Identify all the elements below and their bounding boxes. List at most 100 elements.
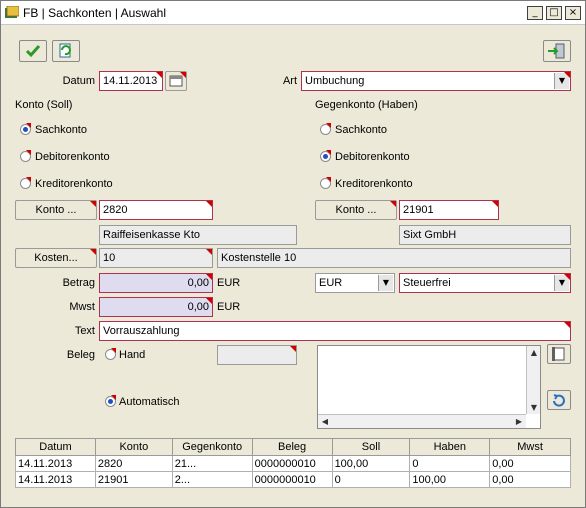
cell-gegenkonto: 2... (171, 471, 253, 488)
vertical-scrollbar[interactable]: ▲ ▼ (526, 346, 540, 414)
currency-select[interactable]: EUR ▼ (315, 273, 395, 293)
minimize-button[interactable]: _ (527, 6, 543, 20)
betrag-field[interactable]: 0,00 (99, 273, 213, 293)
scroll-down-icon[interactable]: ▼ (527, 403, 541, 412)
horizontal-scrollbar[interactable]: ◀ ▶ (318, 414, 526, 428)
required-mark (564, 274, 570, 280)
radio-required-mark (326, 177, 331, 182)
art-value: Umbuchung (305, 75, 365, 87)
window-title: FB | Sachkonten | Auswahl (23, 6, 166, 20)
column-header-datum[interactable]: Datum (15, 438, 96, 456)
betrag-unit: EUR (217, 277, 241, 289)
radio-required-mark (26, 123, 31, 128)
soll-heading: Konto (Soll) (15, 99, 73, 111)
required-mark (180, 72, 186, 78)
soll-radio-debitorenkonto-label: Debitorenkonto (35, 151, 110, 163)
window: FB | Sachkonten | Auswahl _ □ × Datum 14… (0, 0, 586, 508)
cell-konto: 21901 (94, 471, 173, 488)
art-label: Art (282, 75, 297, 87)
cell-datum: 14.11.2013 (15, 471, 96, 488)
datum-label: Datum (62, 75, 95, 87)
haben-heading: Gegenkonto (Haben) (315, 99, 418, 111)
document-icon (552, 347, 565, 361)
required-mark (564, 322, 570, 328)
beleg-radio-automatisch-label: Automatisch (119, 396, 180, 408)
cell-haben: 100,00 (409, 471, 491, 488)
radio-required-mark (111, 348, 116, 353)
scroll-left-icon[interactable]: ◀ (320, 417, 330, 426)
tax-select[interactable]: Steuerfrei ▼ (399, 273, 571, 293)
refresh-icon (59, 43, 71, 58)
soll-konto-button[interactable]: Konto ... (15, 200, 97, 220)
column-header-beleg[interactable]: Beleg (251, 438, 333, 456)
cell-konto: 2820 (94, 455, 173, 472)
undo-button[interactable] (547, 390, 571, 410)
title-bar: FB | Sachkonten | Auswahl _ □ × (1, 1, 585, 25)
column-header-mwst[interactable]: Mwst (489, 438, 571, 456)
beleg-field[interactable] (217, 345, 297, 365)
required-mark (564, 72, 570, 78)
kosten-name: Kostenstelle 10 (217, 248, 571, 268)
kosten-button[interactable]: Kosten... (15, 248, 97, 268)
required-mark (492, 201, 498, 207)
cell-beleg: 0000000010 (251, 471, 333, 488)
haben-konto-field[interactable]: 21901 (399, 200, 499, 220)
beleg-radio-hand-label: Hand (119, 349, 146, 361)
cell-soll: 100,00 (331, 455, 411, 472)
cell-mwst: 0,00 (489, 455, 571, 472)
soll-radio-sachkonto-label: Sachkonto (35, 124, 87, 136)
haben-konto-button[interactable]: Konto ... (315, 200, 397, 220)
radio-required-mark (326, 150, 331, 155)
table-row[interactable]: 14.11.2013 21901 2... 0000000010 0 100,0… (15, 471, 571, 488)
exit-button[interactable] (543, 40, 571, 62)
required-mark (206, 201, 212, 207)
app-icon (5, 6, 19, 18)
required-mark (390, 201, 396, 207)
calendar-button[interactable] (165, 71, 187, 91)
bookings-table: Datum Konto Gegenkonto Beleg Soll Haben … (15, 438, 571, 488)
cell-datum: 14.11.2013 (15, 455, 96, 472)
column-header-haben[interactable]: Haben (409, 438, 491, 456)
exit-icon (548, 43, 565, 59)
mwst-label: Mwst (69, 301, 95, 313)
art-select[interactable]: Umbuchung ▼ (301, 71, 571, 91)
scroll-right-icon[interactable]: ▶ (514, 417, 524, 426)
column-header-konto[interactable]: Konto (94, 438, 173, 456)
soll-konto-field[interactable]: 2820 (99, 200, 213, 220)
document-button[interactable] (547, 344, 571, 364)
save-button[interactable] (19, 40, 47, 62)
required-mark (90, 249, 96, 255)
refresh-button[interactable] (52, 40, 80, 62)
datum-field[interactable]: 14.11.2013 (99, 71, 163, 91)
checkmark-icon (25, 45, 41, 58)
haben-konto-name: Sixt GmbH (399, 225, 571, 245)
mwst-unit: EUR (217, 301, 241, 313)
beleg-listbox[interactable]: ▲ ▼ ◀ ▶ (317, 345, 541, 429)
undo-icon (553, 394, 565, 407)
cell-beleg: 0000000010 (251, 455, 333, 472)
cell-mwst: 0,00 (489, 471, 571, 488)
beleg-label: Beleg (66, 349, 95, 361)
haben-radio-sachkonto-label: Sachkonto (335, 124, 387, 136)
text-field[interactable]: Vorrauszahlung (99, 321, 571, 341)
scroll-up-icon[interactable]: ▲ (527, 348, 541, 357)
kosten-field[interactable]: 10 (99, 248, 213, 268)
radio-required-mark (26, 177, 31, 182)
radio-required-mark (111, 395, 116, 400)
table-row[interactable]: 14.11.2013 2820 21... 0000000010 100,00 … (15, 455, 571, 472)
close-button[interactable]: × (565, 6, 581, 20)
column-header-gegenkonto[interactable]: Gegenkonto (171, 438, 253, 456)
required-mark (90, 201, 96, 207)
maximize-button[interactable]: □ (546, 6, 562, 20)
currency-value: EUR (319, 277, 343, 289)
column-header-soll[interactable]: Soll (331, 438, 411, 456)
required-mark (206, 274, 212, 280)
mwst-field[interactable]: 0,00 (99, 297, 213, 317)
tax-value: Steuerfrei (403, 277, 451, 289)
required-mark (290, 346, 296, 352)
soll-radio-kreditorenkonto-label: Kreditorenkonto (35, 178, 113, 190)
haben-radio-kreditorenkonto-label: Kreditorenkonto (335, 178, 413, 190)
chevron-down-icon: ▼ (378, 275, 393, 291)
radio-required-mark (26, 150, 31, 155)
cell-haben: 0 (409, 455, 491, 472)
